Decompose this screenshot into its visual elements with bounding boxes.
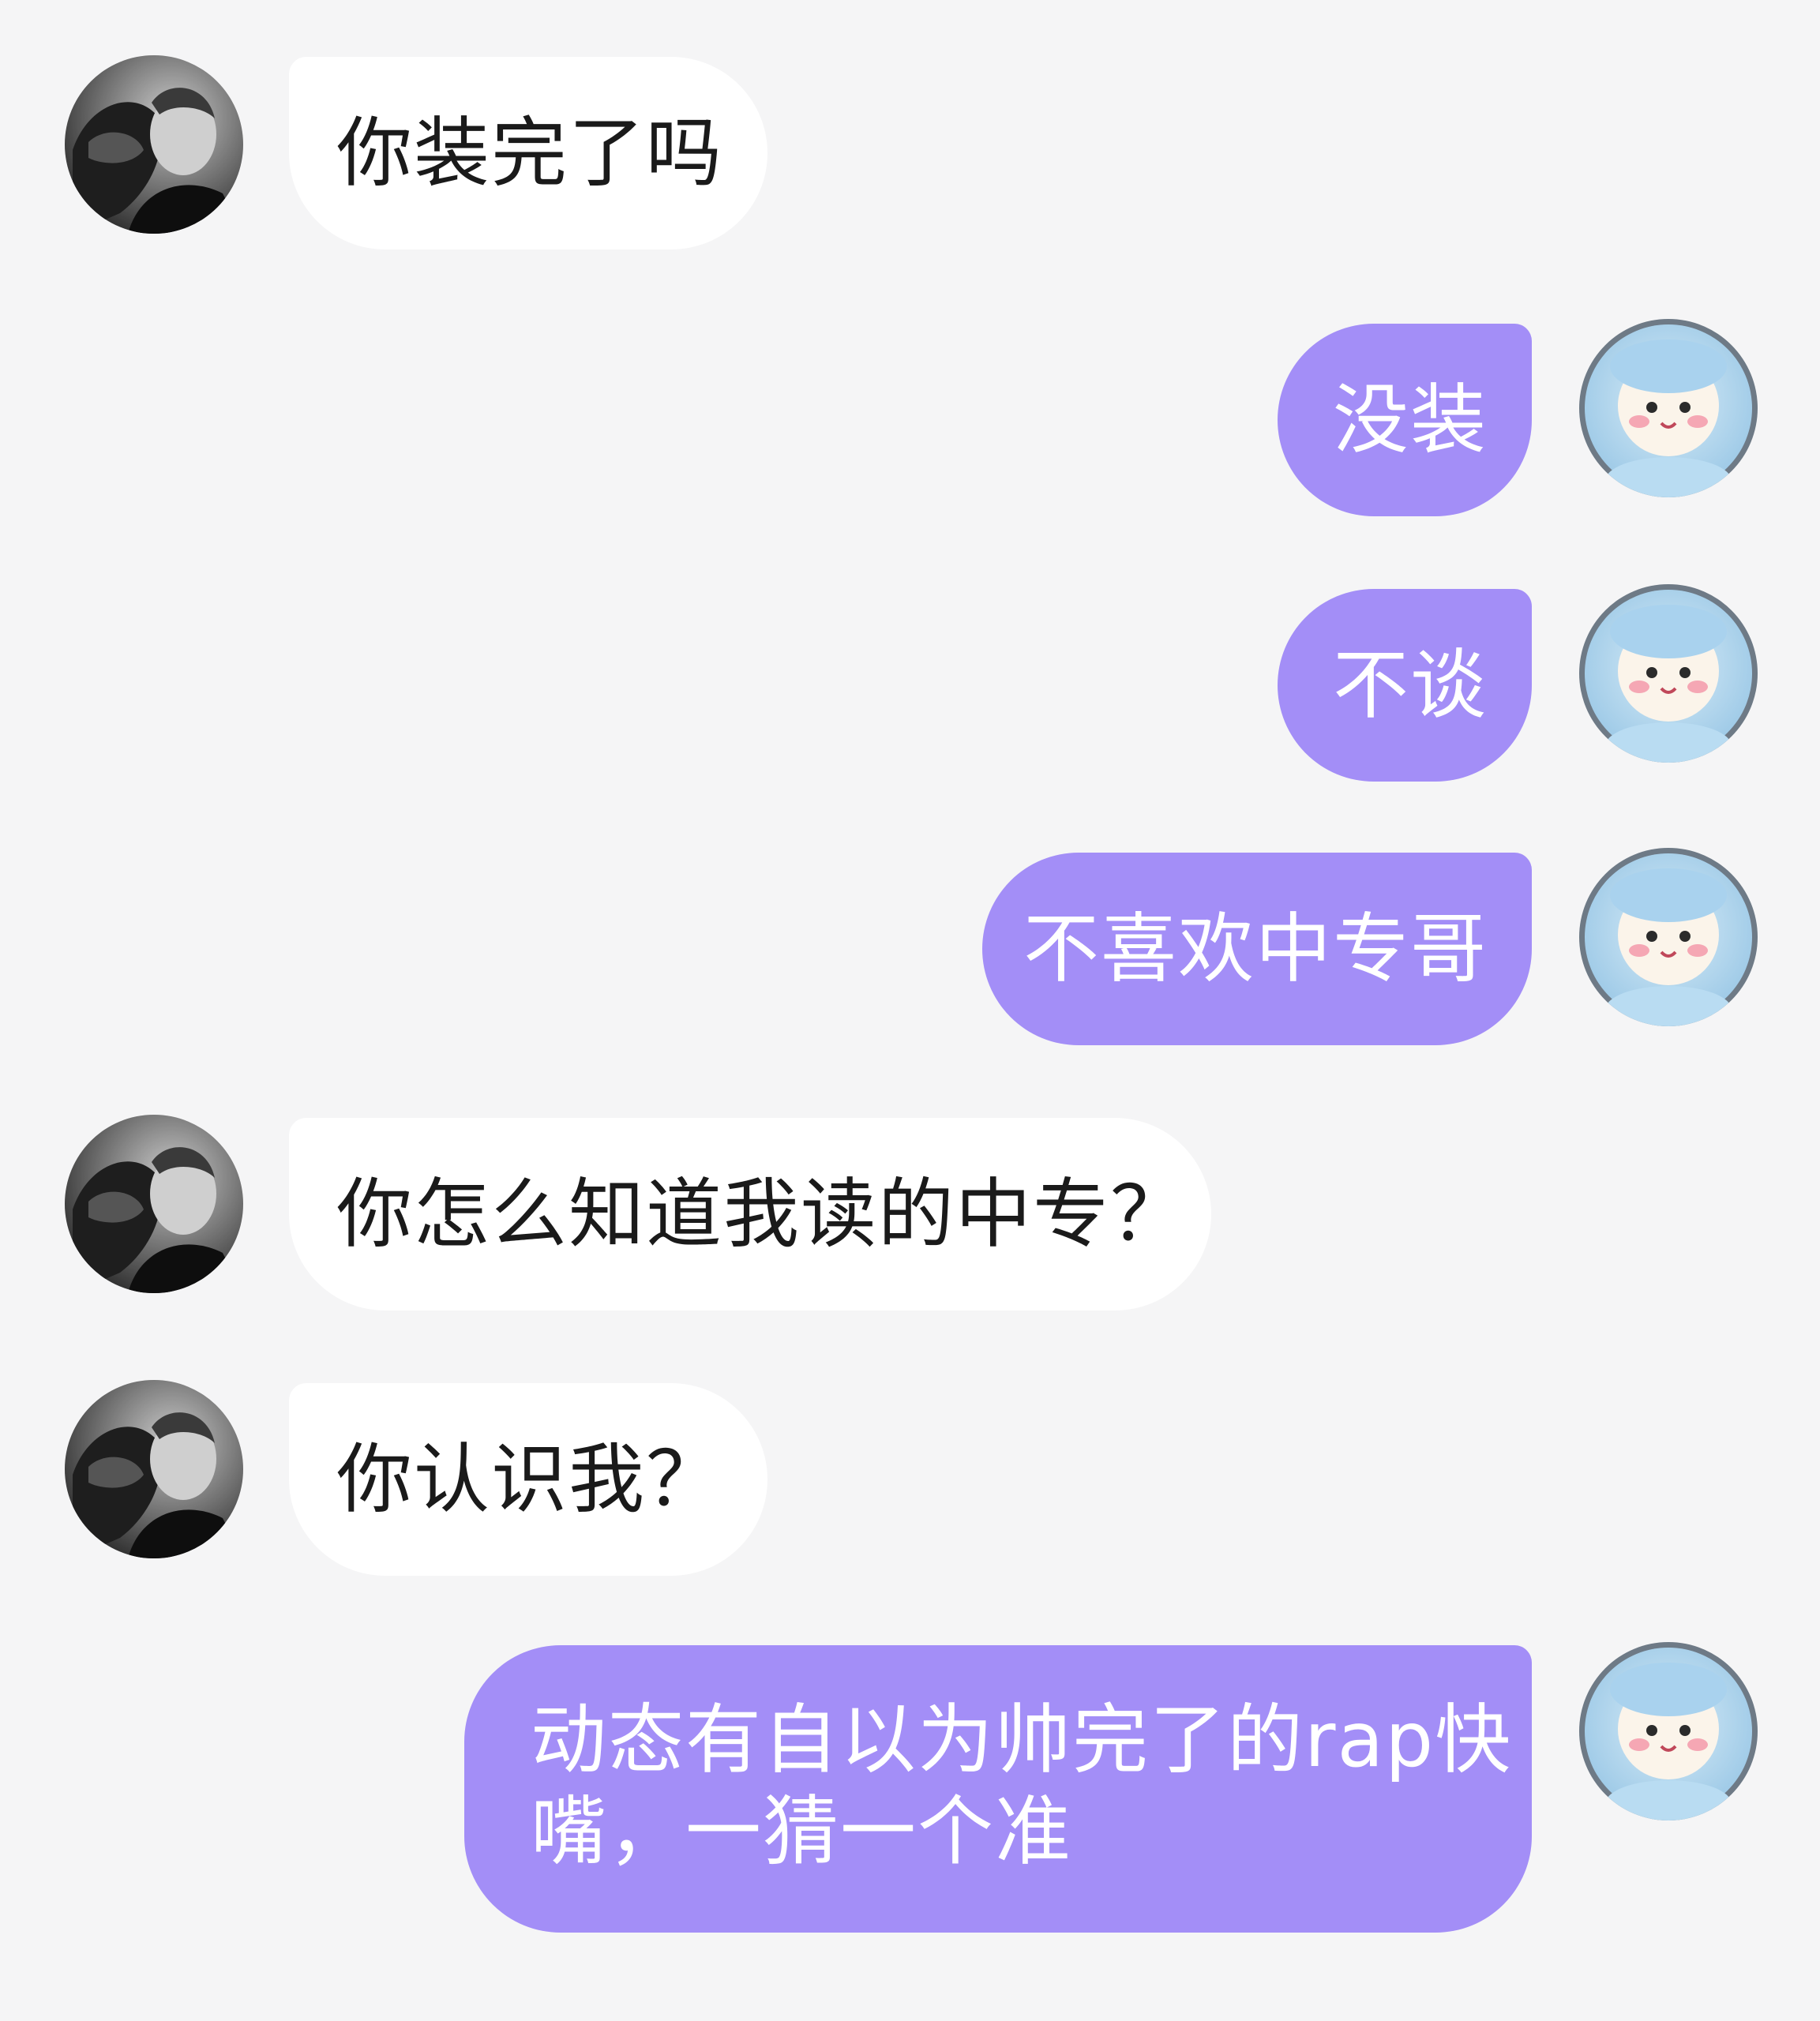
plush-toy-icon[interactable] xyxy=(1579,584,1758,763)
message-row-incoming: 你装完了吗 xyxy=(0,54,1820,251)
message-row-incoming: 你怎么知道我读的中专？ xyxy=(0,1113,1820,1310)
message-row-incoming: 你认识我？ xyxy=(0,1378,1820,1576)
profile-photo-icon[interactable] xyxy=(65,1115,243,1293)
message-text: 不喜欢中专哥 xyxy=(1023,905,1488,993)
profile-photo-icon[interactable] xyxy=(65,55,243,234)
message-text: 你怎么知道我读的中专？ xyxy=(336,1170,1188,1258)
plush-toy-icon[interactable] xyxy=(1579,319,1758,497)
plush-toy-icon[interactable] xyxy=(1579,1642,1758,1820)
chat-message-list: 你装完了吗 没装 不谈 不喜欢中专哥 你怎么知道我读的中专？ 你认识我？ 动态有… xyxy=(0,0,1820,2021)
message-text: 你装完了吗 xyxy=(336,109,723,197)
message-bubble[interactable]: 不喜欢中专哥 xyxy=(982,853,1532,1045)
message-text: 不谈 xyxy=(1333,641,1488,729)
message-row-outgoing: 不喜欢中专哥 xyxy=(0,848,1820,1045)
message-bubble[interactable]: 没装 xyxy=(1278,324,1532,516)
message-bubble[interactable]: 你认识我？ xyxy=(289,1383,767,1576)
message-row-outgoing: 没装 xyxy=(0,319,1820,516)
message-text-line: 嘴，一猜一个准 xyxy=(531,1787,1072,1876)
message-bubble[interactable]: 不谈 xyxy=(1278,589,1532,782)
message-text: 没装 xyxy=(1333,376,1488,464)
message-bubble[interactable]: 你装完了吗 xyxy=(289,57,767,249)
plush-toy-icon[interactable] xyxy=(1579,848,1758,1026)
message-row-outgoing: 动态有自以为帅完了的rap快 嘴，一猜一个准 xyxy=(0,1642,1820,1936)
message-row-outgoing: 不谈 xyxy=(0,584,1820,782)
message-text-line: 动态有自以为帅完了的rap快 xyxy=(531,1696,1513,1784)
profile-photo-icon[interactable] xyxy=(65,1380,243,1558)
message-bubble[interactable]: 你怎么知道我读的中专？ xyxy=(289,1118,1211,1310)
message-text: 你认识我？ xyxy=(336,1435,723,1524)
message-bubble[interactable]: 动态有自以为帅完了的rap快 嘴，一猜一个准 xyxy=(464,1645,1532,1933)
